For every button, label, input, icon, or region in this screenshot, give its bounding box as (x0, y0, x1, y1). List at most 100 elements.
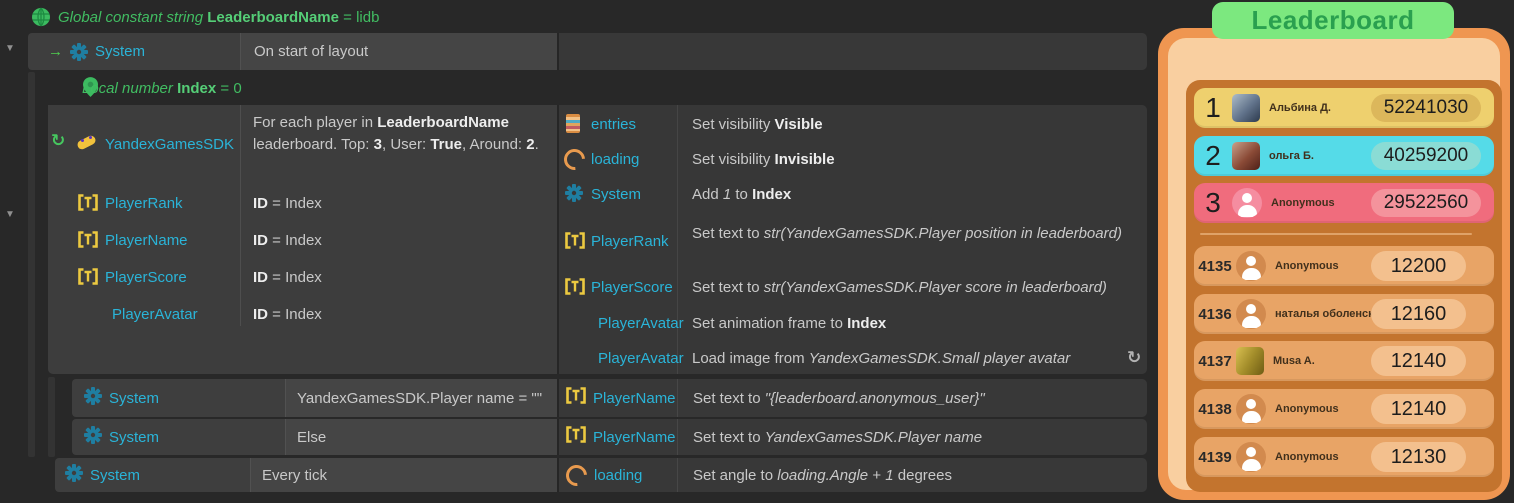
rank-label: 4137 (1194, 353, 1236, 370)
object-name[interactable]: YandexGamesSDK (105, 136, 234, 153)
leaderboard-row: 4137 Musa A. 12140 (1194, 341, 1494, 381)
object-name[interactable]: entries (591, 116, 636, 133)
object-name[interactable]: PlayerScore (591, 279, 673, 296)
player-name: Anonymous (1275, 403, 1339, 415)
actions-area-empty[interactable] (557, 33, 1147, 70)
gear-icon (70, 43, 88, 61)
avatar (1232, 142, 1260, 170)
text-bracket-icon (566, 387, 586, 409)
condition-row-pick[interactable]: PlayerName ID = Index (48, 227, 557, 259)
condition-object-cell[interactable]: System (72, 419, 285, 455)
gear-icon (84, 426, 102, 449)
object-name[interactable]: System (90, 467, 140, 484)
avatar (1232, 94, 1260, 122)
action-row[interactable]: PlayerRank Set text to str(YandexGamesSD… (559, 223, 1147, 269)
condition-object-cell[interactable]: System (55, 458, 250, 492)
object-name[interactable]: PlayerAvatar (598, 350, 684, 367)
action-row[interactable]: entries Set visibility Visible (559, 112, 1147, 142)
global-variable-declaration[interactable]: Global constant string LeaderboardName =… (58, 9, 379, 26)
object-name[interactable]: PlayerRank (591, 233, 669, 250)
conditions-side[interactable]: ↻ YandexGamesSDK For each player in Lead… (48, 105, 557, 374)
leaderboard-row: 4139 Anonymous 12130 (1194, 437, 1494, 477)
condition-row-pick[interactable]: PlayerScore ID = Index (48, 264, 557, 296)
action-text: Set visibility Invisible (692, 151, 835, 168)
object-name[interactable]: loading (594, 467, 642, 484)
action-row[interactable]: PlayerAvatar Load image from YandexGames… (559, 346, 1147, 376)
player-name: Anonymous (1275, 451, 1339, 463)
leaderboard-panel-inner: 1 Альбина Д. 52241030 2 ольга Б. 4025920… (1168, 38, 1500, 490)
player-name: Musa A. (1273, 355, 1315, 367)
actions-area[interactable]: PlayerName Set text to YandexGamesSDK.Pl… (557, 419, 1147, 455)
condition-row-foreach[interactable]: ↻ YandexGamesSDK For each player in Lead… (48, 105, 557, 187)
object-name[interactable]: PlayerAvatar (112, 306, 198, 323)
leaderboard-panel: 1 Альбина Д. 52241030 2 ольга Б. 4025920… (1158, 28, 1510, 500)
object-name[interactable]: loading (591, 151, 639, 168)
leaderboard-row: 4135 Anonymous 12200 (1194, 246, 1494, 286)
leaderboard-row: 4138 Anonymous 12140 (1194, 389, 1494, 429)
score-value: 12140 (1391, 398, 1447, 421)
object-name[interactable]: PlayerName (593, 429, 676, 446)
condition-text: ID = Index (253, 232, 322, 249)
action-object-cell[interactable]: loading (559, 458, 677, 492)
score-badge: 12130 (1371, 442, 1466, 472)
player-name: ольга Б. (1269, 150, 1314, 162)
leaderboard-row: 4136 наталья оболенская 12160 (1194, 294, 1494, 334)
action-row[interactable]: PlayerScore Set text to str(YandexGamesS… (559, 275, 1147, 305)
event-block-else: System Else PlayerName Set text to Yande… (72, 419, 1147, 455)
action-text: Set text to YandexGamesSDK.Player name (693, 429, 982, 446)
condition-row-pick[interactable]: PlayerRank ID = Index (48, 190, 557, 222)
object-name[interactable]: PlayerScore (105, 269, 187, 286)
top3-divider (1200, 233, 1472, 235)
text-bracket-icon (565, 232, 585, 254)
action-row[interactable]: loading Set visibility Invisible (559, 147, 1147, 177)
action-text: Set animation frame to Index (692, 315, 886, 332)
action-text-cell[interactable]: Set text to YandexGamesSDK.Player name (677, 419, 1147, 455)
text-bracket-icon (566, 426, 586, 448)
anonymous-avatar-icon (1236, 299, 1266, 329)
object-name[interactable]: System (109, 390, 159, 407)
collapse-triangle-icon[interactable]: ▼ (5, 210, 15, 220)
action-text: Load image from YandexGamesSDK.Small pla… (692, 350, 1070, 367)
leaderboard-list-container: 1 Альбина Д. 52241030 2 ольга Б. 4025920… (1186, 80, 1502, 492)
condition-text-cell[interactable]: On start of layout (240, 33, 557, 70)
object-name[interactable]: PlayerName (593, 390, 676, 407)
anonymous-avatar-icon (1236, 394, 1266, 424)
actions-area[interactable]: PlayerName Set text to "{leaderboard.ano… (557, 379, 1147, 417)
event-block-every-tick: System Every tick loading Set angle to l… (55, 458, 1147, 492)
action-text-cell[interactable]: Set angle to loading.Angle + 1 degrees (677, 458, 1147, 492)
condition-object-cell[interactable]: System (72, 379, 285, 417)
object-name[interactable]: PlayerName (105, 232, 188, 249)
condition-text-cell[interactable]: YandexGamesSDK.Player name = "" (285, 379, 557, 417)
text-bracket-icon (78, 268, 98, 285)
action-text: Set angle to loading.Angle + 1 degrees (693, 467, 952, 484)
avatar (1236, 347, 1264, 375)
action-row[interactable]: System Add 1 to Index (559, 182, 1147, 212)
object-name[interactable]: System (109, 429, 159, 446)
actions-area[interactable]: loading Set angle to loading.Angle + 1 d… (557, 458, 1147, 492)
globe-icon (31, 7, 51, 32)
object-name[interactable]: PlayerAvatar (598, 315, 684, 332)
local-variable-declaration[interactable]: Local number Index = 0 (82, 80, 242, 97)
object-name[interactable]: PlayerRank (105, 195, 183, 212)
rank-label: 4139 (1194, 449, 1236, 466)
collapse-triangle-icon[interactable]: ▼ (5, 44, 15, 54)
construct-event-sheet-screen: Global constant string LeaderboardName =… (0, 0, 1514, 503)
rank-label: 2 (1194, 140, 1232, 172)
condition-object-cell[interactable]: → System (28, 33, 240, 70)
condition-row-pick[interactable]: PlayerAvatar ID = Index (48, 301, 557, 333)
player-name: Anonymous (1275, 260, 1339, 272)
gear-icon (65, 464, 83, 487)
action-row[interactable]: PlayerAvatar Set animation frame to Inde… (559, 311, 1147, 341)
score-badge: 12160 (1371, 299, 1466, 329)
condition-text: ID = Index (253, 306, 322, 323)
condition-text: YandexGamesSDK.Player name = "" (297, 390, 542, 407)
rank-label: 4138 (1194, 401, 1236, 418)
actions-side[interactable]: entries Set visibility Visible loading S… (557, 105, 1147, 374)
action-object-cell[interactable]: PlayerName (559, 379, 677, 417)
object-name[interactable]: System (591, 186, 641, 203)
action-text-cell[interactable]: Set text to "{leaderboard.anonymous_user… (677, 379, 1147, 417)
condition-text-cell[interactable]: Every tick (250, 458, 557, 492)
condition-text-cell[interactable]: Else (285, 419, 557, 455)
object-name[interactable]: System (95, 43, 145, 60)
action-object-cell[interactable]: PlayerName (559, 419, 677, 455)
